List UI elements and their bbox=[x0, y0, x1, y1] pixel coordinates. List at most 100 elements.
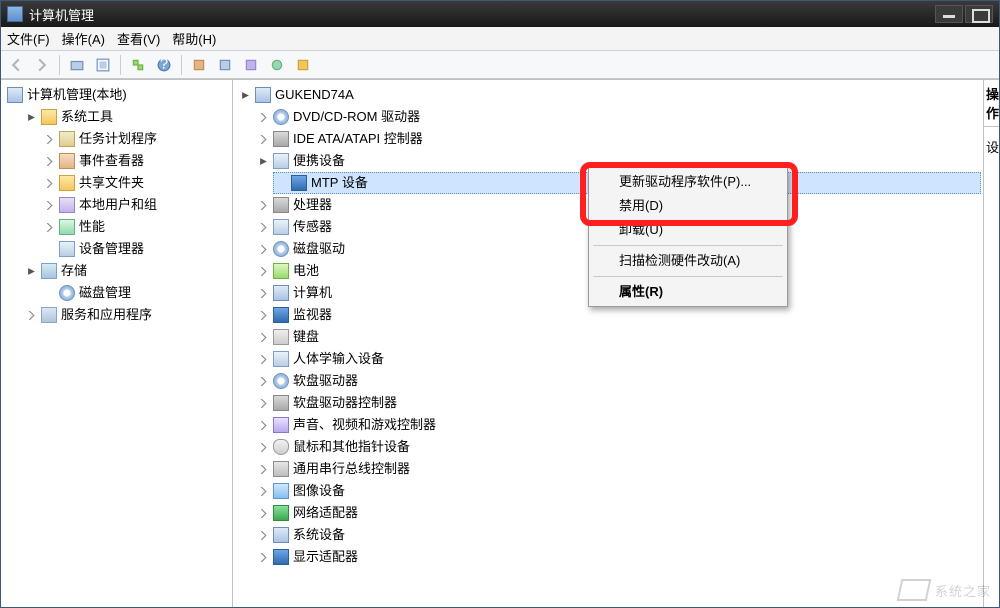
left-tree-pane[interactable]: 计算机管理(本地) 系统工具 任务计划程序 事件查看器 bbox=[1, 80, 233, 607]
tree-shared-folders[interactable]: 共享文件夹 bbox=[41, 172, 230, 194]
tree-label: 计算机管理(本地) bbox=[27, 85, 127, 105]
tree-task-scheduler[interactable]: 任务计划程序 bbox=[41, 128, 230, 150]
tree-local-users[interactable]: 本地用户和组 bbox=[41, 194, 230, 216]
keyboard-icon bbox=[273, 329, 289, 345]
tree-label: 存储 bbox=[61, 261, 87, 281]
expand-icon[interactable] bbox=[257, 133, 269, 145]
device-floppy-ctrl[interactable]: 软盘驱动器控制器 bbox=[255, 392, 981, 414]
device-keyboard[interactable]: 键盘 bbox=[255, 326, 981, 348]
expand-icon[interactable] bbox=[43, 221, 55, 233]
back-button bbox=[5, 54, 27, 76]
device-usb[interactable]: 通用串行总线控制器 bbox=[255, 458, 981, 480]
expand-icon[interactable] bbox=[43, 177, 55, 189]
device-mouse[interactable]: 鼠标和其他指针设备 bbox=[255, 436, 981, 458]
expand-icon[interactable] bbox=[25, 309, 37, 321]
collapse-icon[interactable] bbox=[25, 111, 37, 123]
expand-icon[interactable] bbox=[257, 221, 269, 233]
tree-event-viewer[interactable]: 事件查看器 bbox=[41, 150, 230, 172]
device-monitor[interactable]: 监视器 bbox=[255, 304, 981, 326]
toolbar-icon[interactable] bbox=[240, 54, 262, 76]
collapse-icon[interactable] bbox=[257, 155, 269, 167]
device-dvd[interactable]: DVD/CD-ROM 驱动器 bbox=[255, 106, 981, 128]
device-network[interactable]: 网络适配器 bbox=[255, 502, 981, 524]
expand-icon[interactable] bbox=[257, 331, 269, 343]
tree-storage[interactable]: 存储 bbox=[23, 260, 230, 282]
device-tree-pane[interactable]: GUKEND74A DVD/CD-ROM 驱动器 IDE ATA/ATAPI 控… bbox=[233, 80, 983, 607]
menu-scan-hardware[interactable]: 扫描检测硬件改动(A) bbox=[591, 249, 785, 273]
minimize-button[interactable] bbox=[935, 5, 963, 23]
device-floppy[interactable]: 软盘驱动器 bbox=[255, 370, 981, 392]
menu-uninstall[interactable]: 卸载(U) bbox=[591, 218, 785, 242]
expand-icon[interactable] bbox=[257, 441, 269, 453]
tree-label: 通用串行总线控制器 bbox=[293, 459, 410, 479]
tree-label: GUKEND74A bbox=[275, 85, 354, 105]
tree-label: 磁盘驱动 bbox=[293, 239, 345, 259]
menu-properties[interactable]: 属性(R) bbox=[591, 280, 785, 304]
computer-icon bbox=[273, 285, 289, 301]
toolbar-icon[interactable] bbox=[266, 54, 288, 76]
help-button[interactable]: ? bbox=[153, 54, 175, 76]
menu-update-driver[interactable]: 更新驱动程序软件(P)... bbox=[591, 170, 785, 194]
collapse-icon[interactable] bbox=[25, 265, 37, 277]
toolbar-icon[interactable] bbox=[127, 54, 149, 76]
actions-header: 操作 bbox=[984, 80, 999, 127]
tree-root[interactable]: 计算机管理(本地) bbox=[5, 84, 230, 106]
tree-label: 键盘 bbox=[293, 327, 319, 347]
body: 计算机管理(本地) 系统工具 任务计划程序 事件查看器 bbox=[1, 79, 999, 607]
expand-icon[interactable] bbox=[257, 111, 269, 123]
toolbar: ? bbox=[1, 51, 999, 79]
expand-icon[interactable] bbox=[257, 265, 269, 277]
expand-icon[interactable] bbox=[257, 485, 269, 497]
expand-icon[interactable] bbox=[257, 199, 269, 211]
watermark-logo-icon bbox=[897, 579, 932, 601]
menu-action[interactable]: 操作(A) bbox=[62, 29, 105, 48]
tree-label: 图像设备 bbox=[293, 481, 345, 501]
svg-text:?: ? bbox=[160, 58, 168, 72]
device-hid[interactable]: 人体学输入设备 bbox=[255, 348, 981, 370]
expand-icon[interactable] bbox=[257, 397, 269, 409]
expand-icon[interactable] bbox=[257, 309, 269, 321]
tree-label: 声音、视频和游戏控制器 bbox=[293, 415, 436, 435]
menu-help[interactable]: 帮助(H) bbox=[172, 29, 216, 48]
maximize-button[interactable] bbox=[965, 5, 993, 23]
menu-view[interactable]: 查看(V) bbox=[117, 29, 160, 48]
expand-icon[interactable] bbox=[257, 507, 269, 519]
device-host[interactable]: GUKEND74A bbox=[237, 84, 981, 106]
menu-file[interactable]: 文件(F) bbox=[7, 29, 50, 48]
tree-label: DVD/CD-ROM 驱动器 bbox=[293, 107, 420, 127]
device-ide[interactable]: IDE ATA/ATAPI 控制器 bbox=[255, 128, 981, 150]
collapse-icon[interactable] bbox=[239, 89, 251, 101]
expand-icon[interactable] bbox=[43, 133, 55, 145]
app-icon bbox=[7, 6, 23, 22]
expand-icon[interactable] bbox=[257, 287, 269, 299]
tree-label: 软盘驱动器 bbox=[293, 371, 358, 391]
toolbar-icon[interactable] bbox=[188, 54, 210, 76]
expand-icon[interactable] bbox=[257, 551, 269, 563]
menu-disable[interactable]: 禁用(D) bbox=[591, 194, 785, 218]
expand-icon[interactable] bbox=[257, 353, 269, 365]
toolbar-icon[interactable] bbox=[292, 54, 314, 76]
tree-system-tools[interactable]: 系统工具 bbox=[23, 106, 230, 128]
tree-device-manager[interactable]: 设备管理器 bbox=[41, 238, 230, 260]
expand-icon[interactable] bbox=[43, 155, 55, 167]
device-display[interactable]: 显示适配器 bbox=[255, 546, 981, 568]
expand-icon[interactable] bbox=[257, 243, 269, 255]
expand-icon[interactable] bbox=[257, 463, 269, 475]
device-imaging[interactable]: 图像设备 bbox=[255, 480, 981, 502]
expand-icon[interactable] bbox=[257, 529, 269, 541]
tree-performance[interactable]: 性能 bbox=[41, 216, 230, 238]
tree-disk-management[interactable]: 磁盘管理 bbox=[41, 282, 230, 304]
device-sound[interactable]: 声音、视频和游戏控制器 bbox=[255, 414, 981, 436]
titlebar[interactable]: 计算机管理 bbox=[1, 1, 999, 27]
expand-icon[interactable] bbox=[257, 419, 269, 431]
toolbar-icon[interactable] bbox=[92, 54, 114, 76]
expand-icon[interactable] bbox=[43, 199, 55, 211]
tree-services[interactable]: 服务和应用程序 bbox=[23, 304, 230, 326]
tree-label: 服务和应用程序 bbox=[61, 305, 152, 325]
toolbar-icon[interactable] bbox=[214, 54, 236, 76]
expand-icon[interactable] bbox=[257, 375, 269, 387]
toolbar-icon[interactable] bbox=[66, 54, 88, 76]
context-menu: 更新驱动程序软件(P)... 禁用(D) 卸载(U) 扫描检测硬件改动(A) 属… bbox=[588, 167, 788, 307]
device-system[interactable]: 系统设备 bbox=[255, 524, 981, 546]
display-adapter-icon bbox=[273, 549, 289, 565]
